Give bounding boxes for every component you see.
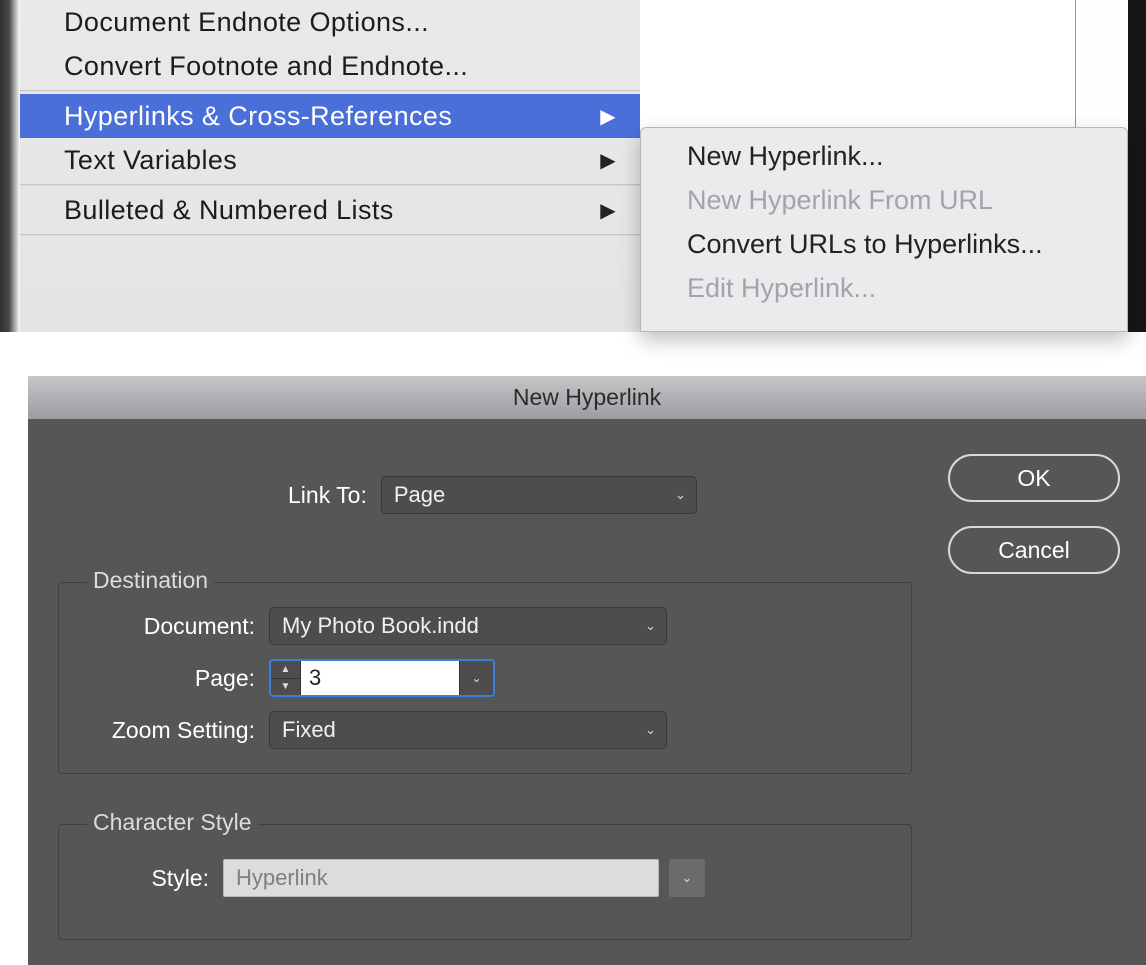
- submenu-item-new-hyperlink-from-url: New Hyperlink From URL: [641, 178, 1127, 222]
- page-dropdown-arrow[interactable]: ⌄: [459, 661, 493, 695]
- zoom-row: Zoom Setting: Fixed ⌄: [81, 711, 667, 749]
- submenu-arrow-icon: ▶: [600, 104, 616, 129]
- submenu-arrow-icon: ▶: [600, 148, 616, 173]
- menu-item-convert-footnote-endnote[interactable]: Convert Footnote and Endnote...Convert F…: [20, 44, 640, 88]
- chevron-down-icon: ⌄: [675, 487, 686, 503]
- document-canvas: [640, 0, 1080, 135]
- button-label: Cancel: [998, 537, 1070, 564]
- style-label: Style:: [143, 865, 209, 892]
- character-style-fieldset: Character Style Style: Hyperlink ⌄: [58, 824, 912, 940]
- document-row: Document: My Photo Book.indd ⌄: [119, 607, 667, 645]
- spinner-up-button[interactable]: ▲: [271, 661, 300, 679]
- dialog-titlebar: New Hyperlink: [28, 376, 1146, 420]
- fieldset-legend: Character Style: [87, 809, 258, 836]
- menu-separator: [20, 90, 640, 92]
- submenu-arrow-icon: ▶: [600, 198, 616, 223]
- canvas-dark-edge: [1128, 0, 1146, 332]
- menu-label: Hyperlinks & Cross-References: [64, 101, 452, 132]
- submenu-item-new-hyperlink[interactable]: New Hyperlink...: [641, 134, 1127, 178]
- menu-item-text-variables[interactable]: Text Variables ▶: [20, 138, 640, 182]
- link-to-label: Link To:: [288, 482, 367, 509]
- page-row: Page: ▲ ▼ ⌄: [119, 659, 495, 697]
- submenu-label: New Hyperlink From URL: [687, 185, 993, 216]
- style-dropdown-field: Hyperlink: [223, 859, 659, 897]
- submenu-label: Convert URLs to Hyperlinks...: [687, 229, 1043, 260]
- chevron-down-icon: ⌄: [645, 722, 656, 738]
- dialog-title: New Hyperlink: [513, 384, 661, 411]
- destination-fieldset: Destination Document: My Photo Book.indd…: [58, 582, 912, 774]
- fieldset-legend: Destination: [87, 567, 214, 594]
- dialog-button-column: OK Cancel: [948, 454, 1120, 598]
- menu-separator: [20, 234, 640, 236]
- chevron-down-icon: ⌄: [471, 671, 481, 685]
- menu-label: Text Variables: [64, 145, 237, 176]
- style-dropdown-button[interactable]: ⌄: [669, 859, 705, 897]
- menu-item-bulleted-numbered-lists[interactable]: Bulleted & Numbered Lists ▶: [20, 188, 640, 232]
- dialog-body: OK Cancel Link To: Page ⌄ Destination Do…: [28, 420, 1146, 965]
- type-menu: Document Document Endnote Options...Endn…: [20, 0, 640, 332]
- dropdown-value: Hyperlink: [236, 865, 328, 891]
- menu-item-endnote-options[interactable]: Document Document Endnote Options...Endn…: [20, 0, 640, 44]
- dropdown-value: Fixed: [282, 717, 336, 743]
- chevron-down-icon: ⌄: [682, 870, 693, 886]
- cancel-button[interactable]: Cancel: [948, 526, 1120, 574]
- menu-label: Bulleted & Numbered Lists: [64, 195, 394, 226]
- hyperlinks-submenu: New Hyperlink... New Hyperlink From URL …: [640, 127, 1128, 332]
- link-to-dropdown[interactable]: Page ⌄: [381, 476, 697, 514]
- button-label: OK: [1017, 465, 1050, 492]
- dropdown-value: Page: [394, 482, 445, 508]
- submenu-item-edit-hyperlink: Edit Hyperlink...: [641, 266, 1127, 310]
- menu-separator: [20, 184, 640, 186]
- menu-item-hyperlinks-cross-references[interactable]: Hyperlinks & Cross-References ▶: [20, 94, 640, 138]
- chevron-down-icon: ⌄: [645, 618, 656, 634]
- submenu-item-convert-urls[interactable]: Convert URLs to Hyperlinks...: [641, 222, 1127, 266]
- style-row: Style: Hyperlink ⌄: [143, 859, 705, 897]
- spinner-buttons: ▲ ▼: [271, 661, 301, 695]
- page-spinner: ▲ ▼ ⌄: [269, 659, 495, 697]
- document-dropdown[interactable]: My Photo Book.indd ⌄: [269, 607, 667, 645]
- submenu-label: New Hyperlink...: [687, 141, 884, 172]
- page-label: Page:: [119, 665, 255, 692]
- dropdown-value: My Photo Book.indd: [282, 613, 479, 639]
- document-label: Document:: [119, 613, 255, 640]
- canvas-pasteboard: [1076, 0, 1128, 130]
- page-input[interactable]: [301, 661, 459, 695]
- menu-left-shadow: [0, 0, 20, 332]
- spinner-down-button[interactable]: ▼: [271, 679, 300, 696]
- zoom-dropdown[interactable]: Fixed ⌄: [269, 711, 667, 749]
- menu-screenshot: Document Document Endnote Options...Endn…: [0, 0, 1146, 332]
- submenu-label: Edit Hyperlink...: [687, 273, 876, 304]
- link-to-row: Link To: Page ⌄: [288, 476, 697, 514]
- ok-button[interactable]: OK: [948, 454, 1120, 502]
- zoom-label: Zoom Setting:: [81, 717, 255, 744]
- new-hyperlink-dialog: New Hyperlink OK Cancel Link To: Page ⌄ …: [28, 376, 1146, 965]
